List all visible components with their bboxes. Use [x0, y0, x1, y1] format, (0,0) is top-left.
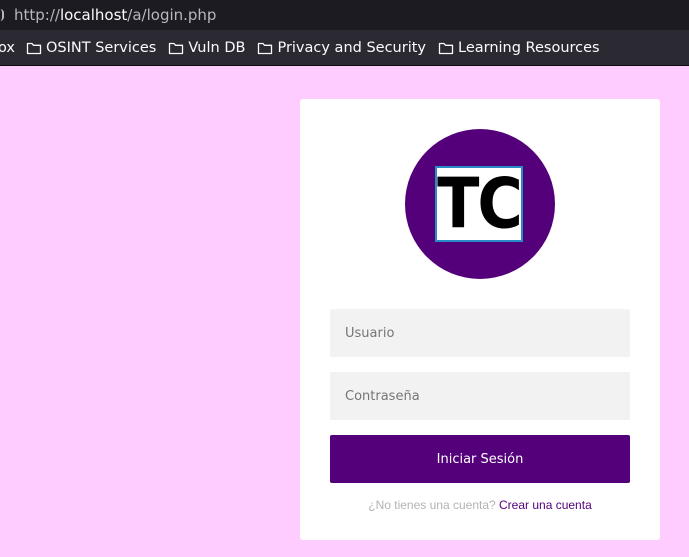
bookmark-osint-services[interactable]: OSINT Services: [26, 40, 156, 56]
bookmark-label: Vuln DB: [188, 39, 246, 56]
login-card: TC Iniciar Sesión ¿No tienes una cuenta?…: [300, 99, 660, 540]
folder-icon: [258, 42, 273, 54]
bookmark-label: ox: [0, 39, 16, 56]
logo-text: TC: [437, 162, 523, 245]
signup-link[interactable]: Crear una cuenta: [499, 498, 592, 512]
bookmark-privacy-and-security[interactable]: Privacy and Security: [257, 40, 426, 56]
logo-badge: TC: [435, 166, 523, 242]
bookmark-learning-resources[interactable]: Learning Resources: [438, 40, 600, 56]
password-input[interactable]: [330, 372, 630, 420]
bookmark-partial[interactable]: ox: [0, 40, 15, 56]
url-text: http://localhost/a/login.php: [14, 6, 217, 24]
bookmark-label: Privacy and Security: [277, 39, 426, 56]
folder-icon: [438, 42, 454, 54]
page-info-icon[interactable]: [0, 9, 4, 21]
bookmark-label: OSINT Services: [46, 39, 157, 56]
signup-message: ¿No tienes una cuenta? Crear una cuenta: [300, 498, 660, 512]
bookmarks-toolbar: ox OSINT Services Vuln DB Privacy and Se…: [0, 30, 689, 66]
bookmark-vuln-db[interactable]: Vuln DB: [168, 40, 245, 56]
bookmark-label: Learning Resources: [458, 39, 600, 56]
login-button[interactable]: Iniciar Sesión: [330, 435, 630, 483]
folder-icon: [26, 42, 42, 54]
folder-icon: [169, 42, 184, 54]
logo-circle: TC: [405, 129, 555, 279]
signup-prompt: ¿No tienes una cuenta?: [368, 498, 496, 512]
browser-url-bar[interactable]: http://localhost/a/login.php: [0, 0, 689, 30]
username-input[interactable]: [330, 309, 630, 357]
